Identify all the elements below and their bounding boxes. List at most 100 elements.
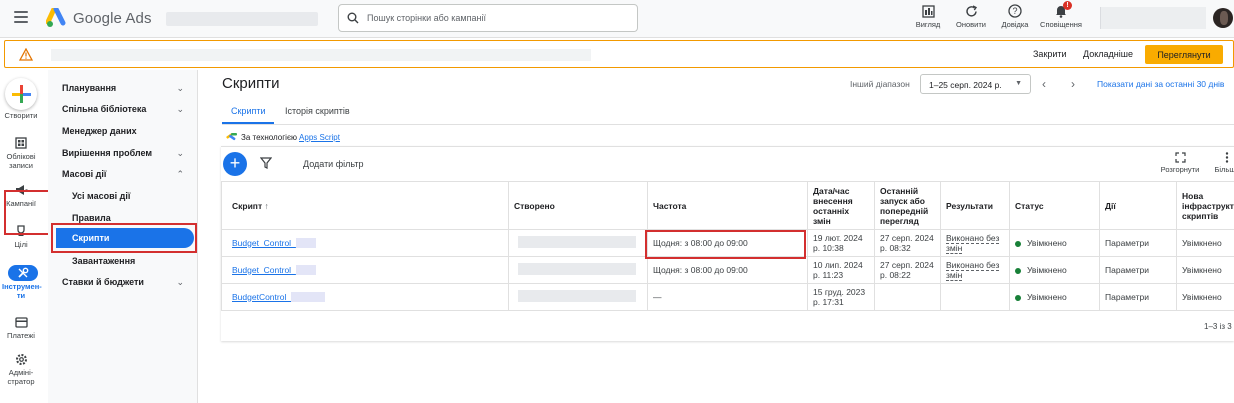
script-name-cell: Budget_Control_ [221,229,509,257]
previous-period-icon[interactable]: ‹ [1042,77,1046,91]
chevron-down-icon: ⌄ [176,104,184,114]
nav-bulk-actions[interactable]: Масові дії ⌃ [62,169,194,179]
created-cell [508,283,648,311]
tabs-divider [222,124,1234,125]
pagination-summary: 1–3 із 3 [1204,322,1232,331]
nav-bids-budgets[interactable]: Ставки й бюджети ⌄ [62,277,194,287]
add-script-button[interactable]: + [223,152,247,176]
tools-highlight-box [4,190,50,235]
filter-icon[interactable] [260,157,272,169]
avatar[interactable] [1213,8,1233,28]
chevron-down-icon: ⌄ [176,148,184,158]
create-label: Створити [4,111,38,120]
redacted-text [518,290,636,302]
notifications-button[interactable]: ! Сповіщення [1039,1,1083,29]
nav-planning[interactable]: Планування ⌄ [62,83,194,93]
nav-rules[interactable]: Правила [72,213,111,223]
rail-admin[interactable]: Адміні-стратор [0,352,42,386]
left-rail: Створити Облікові записи Кампанії Цілі І… [0,70,42,403]
actions-cell[interactable]: Параметри [1099,256,1177,284]
google-ads-logo[interactable]: Google Ads [46,8,152,28]
help-button[interactable]: ? Довідка [993,3,1037,29]
menu-icon[interactable] [14,11,28,23]
script-name-link[interactable]: Budget_Control_ [232,265,296,275]
status-label: Увімкнено [1027,265,1067,275]
nav-troubleshooting[interactable]: Вирішення проблем ⌄ [62,148,194,158]
rail-accounts[interactable]: Облікові записи [0,136,42,170]
col-status[interactable]: Статус [1009,181,1100,230]
close-banner-button[interactable]: Закрити [1033,49,1067,59]
script-name-link[interactable]: Budget_Control_ [232,238,296,248]
scripts-highlight-box [51,223,197,253]
view-label: Вигляд [915,20,941,29]
refresh-button[interactable]: Оновити [949,3,993,29]
redacted-text [291,292,326,303]
add-filter-button[interactable]: Додати фільтр [303,159,363,169]
results-link[interactable]: Виконано без змін [946,233,1000,254]
redacted-text [518,236,636,248]
table-row: Budget_Control_ Щодня: з 08:00 до 09:00 … [221,229,1234,257]
view-button[interactable]: Вигляд [906,3,950,29]
details-link[interactable]: Докладніше [1083,49,1133,59]
tab-script-history[interactable]: Історія скриптів [285,106,350,116]
refresh-icon [965,4,977,17]
more-label: Більше [1214,165,1234,174]
create-button[interactable] [5,78,37,110]
nav-planning-label: Планування [62,83,117,93]
col-script[interactable]: Скрипт ↑ [221,181,509,230]
status-cell: Увімкнено [1009,283,1100,311]
view-icon [921,4,935,18]
search-input[interactable]: Пошук сторінки або кампанії [338,4,638,32]
nav-shared-library[interactable]: Спільна бібліотека ⌄ [62,104,194,114]
apps-script-link[interactable]: Apps Script [299,133,340,142]
search-placeholder: Пошук сторінки або кампанії [367,13,486,23]
script-name-cell: Budget_Control_ [221,256,509,284]
col-modified[interactable]: Дата/час внесення останніх змін [807,181,875,230]
warning-message-redacted [51,49,591,61]
col-actions[interactable]: Дії [1099,181,1177,230]
tools-label[interactable]: Інструмен-ти [0,282,42,300]
sort-arrow-icon: ↑ [264,200,269,211]
user-email-redacted [1100,7,1206,29]
more-button[interactable]: Більше [1212,152,1234,174]
show-last-30-days-link[interactable]: Показати дані за останні 30 днів [1097,79,1224,89]
actions-cell[interactable]: Параметри [1099,283,1177,311]
tools-icon-pill[interactable] [8,265,38,281]
last-run-cell: 27 серп. 2024 р. 08:22 [874,256,941,284]
tab-scripts[interactable]: Скрипти [231,106,266,116]
last-run-cell [874,283,941,311]
apps-script-prefix: За технологією [241,132,298,142]
refresh-label: Оновити [956,20,986,29]
apps-script-icon [226,133,237,141]
rail-billing[interactable]: Платежі [0,315,42,340]
fullscreen-icon [1174,152,1186,163]
frequency-cell: Щодня: з 08:00 до 09:00 [647,229,808,257]
nav-all-bulk-actions[interactable]: Усі масові дії [72,191,130,201]
frequency-cell: — [647,283,808,311]
col-frequency[interactable]: Частота [647,181,808,230]
accounts-icon [15,137,27,149]
notification-badge: ! [1063,1,1072,10]
next-period-icon[interactable]: › [1071,77,1075,91]
nav-data-manager-label: Менеджер даних [62,126,137,136]
results-link[interactable]: Виконано без змін [946,260,1000,281]
nav-uploads[interactable]: Завантаження [72,256,135,266]
review-button[interactable]: Переглянути [1145,45,1223,64]
actions-cell[interactable]: Параметри [1099,229,1177,257]
nav-data-manager[interactable]: Менеджер даних [62,126,194,136]
col-results[interactable]: Результати [940,181,1010,230]
created-cell [508,256,648,284]
created-cell [508,229,648,257]
date-range-select[interactable]: 1–25 серп. 2024 р. ▼ [920,74,1031,94]
script-name-link[interactable]: BudgetControl_ [232,292,291,302]
col-last-run[interactable]: Останній запуск або попередній перегляд [874,181,941,230]
col-created[interactable]: Створено [508,181,648,230]
col-new-infra[interactable]: Нова інфраструктура скриптів [1176,181,1234,230]
scripts-table: Скрипт ↑ Створено Частота Дата/час внесе… [221,181,1234,311]
apps-script-attribution: За технологією Apps Script [226,132,340,142]
expand-button[interactable]: Розгорнути [1158,152,1202,174]
plus-icon [12,85,31,103]
nav-shared-library-label: Спільна бібліотека [62,104,147,114]
warning-banner: Закрити Докладніше Переглянути [4,40,1234,68]
expand-label: Розгорнути [1160,165,1200,174]
